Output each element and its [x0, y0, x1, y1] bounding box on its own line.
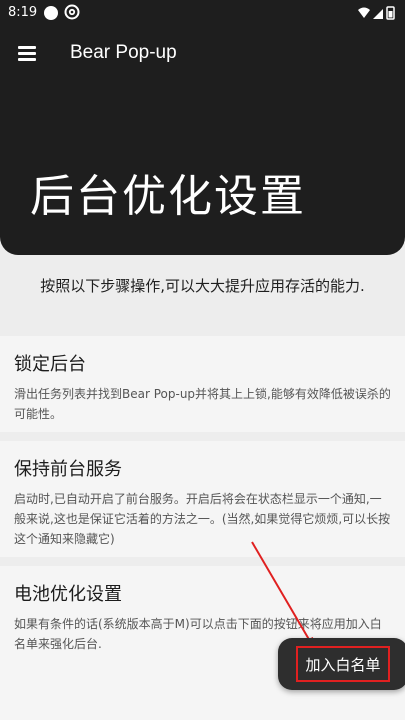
card-description: 启动时,已自动开启了前台服务。开启后将会在状态栏显示一个通知,一般来说,这也是保…: [14, 492, 391, 546]
add-to-whitelist-button[interactable]: 加入白名单: [278, 638, 405, 690]
app-header: 8:19 Bear Pop-up 后台优化设置: [0, 0, 405, 255]
status-time: 8:19: [8, 5, 38, 20]
card-lock-background: 锁定后台 滑出任务列表并找到Bear Pop-up并将其上上锁,能够有效降低被误…: [0, 336, 405, 432]
card-title: 保持前台服务: [14, 459, 122, 480]
intro-text: 按照以下步骤操作,可以大大提升应用存活的能力.: [40, 277, 365, 295]
card-foreground-service: 保持前台服务 启动时,已自动开启了前台服务。开启后将会在状态栏显示一个通知,一般…: [0, 441, 405, 557]
status-bar: 8:19: [0, 0, 405, 26]
toolbar-title: Bear Pop-up: [70, 42, 177, 63]
cellular-signal-icon: [373, 9, 383, 19]
add-to-whitelist-label[interactable]: 加入白名单: [296, 646, 390, 682]
card-title: 电池优化设置: [14, 584, 122, 605]
at-sign-icon: [64, 4, 80, 20]
hamburger-menu-icon[interactable]: [16, 42, 40, 66]
wifi-icon: [358, 7, 370, 18]
signal-battery-icons: [358, 6, 395, 20]
card-title: 锁定后台: [14, 354, 86, 375]
notification-circle-icon: [44, 6, 58, 20]
page-title: 后台优化设置: [30, 171, 306, 222]
card-description: 滑出任务列表并找到Bear Pop-up并将其上上锁,能够有效降低被误杀的可能性…: [14, 387, 391, 421]
